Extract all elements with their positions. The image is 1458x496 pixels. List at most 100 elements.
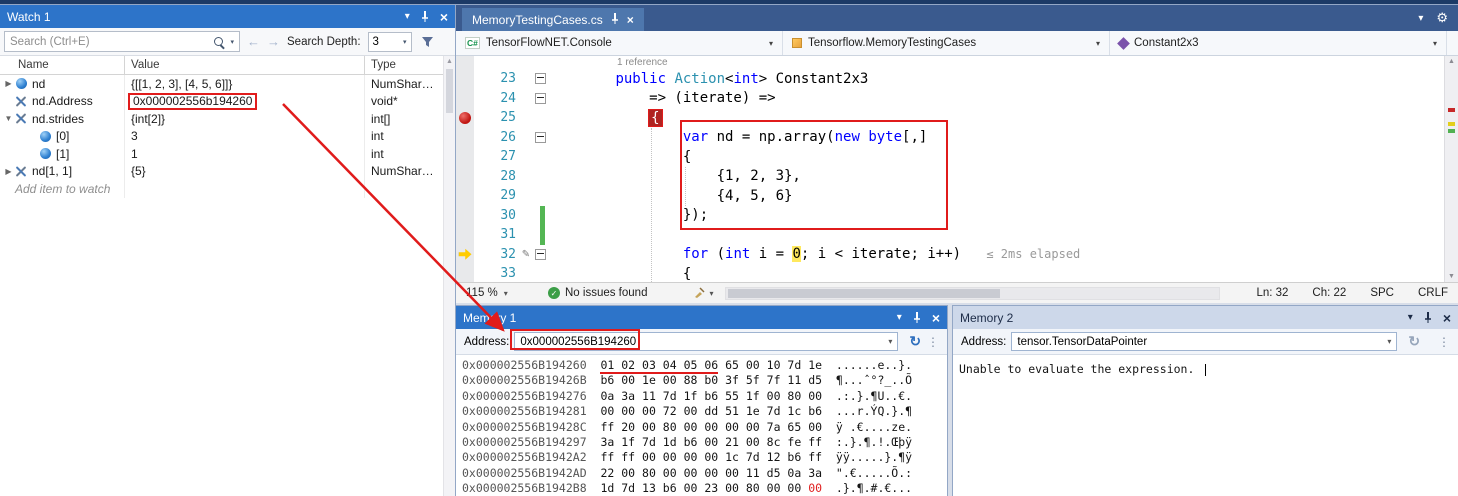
code-line[interactable]: 23 public Action<int> Constant2x3: [456, 69, 1445, 89]
refresh-icon[interactable]: ↻: [1408, 333, 1420, 350]
edit-pencil-icon: ✎: [520, 249, 532, 260]
code-cleanup-button[interactable]: ▾: [693, 287, 713, 299]
fold-collapse-icon[interactable]: [535, 249, 546, 260]
gear-icon[interactable]: ⚙: [1436, 10, 1448, 26]
search-next-icon[interactable]: →: [267, 35, 280, 48]
close-icon[interactable]: ×: [1443, 311, 1451, 325]
pin-icon[interactable]: [1424, 312, 1432, 323]
toolbar-options-icon[interactable]: ⋮: [927, 335, 939, 349]
chevron-down-icon[interactable]: ▾: [888, 337, 892, 346]
memory2-titlebar[interactable]: Memory 2 ▾ ×: [953, 306, 1458, 329]
code-line[interactable]: 25 {: [456, 108, 1445, 128]
member-dropdown[interactable]: Constant2x3 ▾: [1110, 31, 1447, 55]
watch-title: Watch 1: [7, 10, 405, 24]
memory-row[interactable]: 0x000002556B194297 3a 1f 7d 1d b6 00 21 …: [462, 435, 947, 450]
memory-rows[interactable]: 0x000002556B194260 01 02 03 04 05 06 65 …: [456, 355, 947, 496]
column-header-name[interactable]: Name: [0, 56, 125, 74]
search-options-chevron-icon[interactable]: ▾: [230, 38, 234, 46]
fold-collapse-icon[interactable]: [535, 73, 546, 84]
refresh-icon[interactable]: ↻: [909, 333, 921, 350]
memory-row[interactable]: 0x000002556B194260 01 02 03 04 05 06 65 …: [462, 358, 947, 373]
chevron-down-icon: ▾: [709, 289, 713, 298]
search-depth-select[interactable]: 3 ▾: [368, 32, 412, 52]
watch-rows: ▶nd{[[1, 2, 3], [4, 5, 6]]}NumShar…nd.Ad…: [0, 75, 455, 198]
window-position-icon[interactable]: ▾: [897, 313, 902, 323]
memory1-titlebar[interactable]: Memory 1 ▾ ×: [456, 306, 947, 329]
type-dropdown[interactable]: Tensorflow.MemoryTestingCases ▾: [783, 31, 1110, 55]
code-line[interactable]: 27 {: [456, 147, 1445, 167]
watch-search-input[interactable]: Search (Ctrl+E) ▾: [4, 31, 240, 52]
code-line[interactable]: 33 {: [456, 264, 1445, 282]
search-prev-icon[interactable]: ←: [247, 35, 260, 48]
editor-vertical-scrollbar[interactable]: ▲ ▼: [1444, 56, 1458, 282]
watch-scrollbar[interactable]: ▲: [443, 56, 455, 496]
codelens-references[interactable]: 1 reference: [617, 57, 668, 68]
pin-icon[interactable]: [913, 312, 921, 323]
code-line[interactable]: 26 var nd = np.array(new byte[,]: [456, 128, 1445, 148]
editor-panel: MemoryTestingCases.cs × ▾ ⚙ C# TensorFlo…: [456, 5, 1458, 302]
code-line[interactable]: 28 {1, 2, 3},: [456, 167, 1445, 187]
watch-column-headers: Name Value Type: [0, 56, 455, 75]
memory-row[interactable]: 0x000002556B194281 00 00 00 72 00 dd 51 …: [462, 404, 947, 419]
watch-name: [1]: [56, 147, 69, 161]
close-tab-icon[interactable]: ×: [627, 13, 634, 27]
filter-icon[interactable]: [421, 36, 434, 48]
watch-row[interactable]: ▶nd{[[1, 2, 3], [4, 5, 6]]}NumShar…: [0, 75, 455, 93]
watch-row[interactable]: ▼nd.strides{int[2]}int[]: [0, 110, 455, 128]
watch-titlebar[interactable]: Watch 1 ▾ ×: [0, 5, 455, 28]
watch-row[interactable]: Add item to watch: [0, 180, 455, 198]
scrollbar-thumb[interactable]: [728, 289, 999, 298]
expander-right-icon[interactable]: ▶: [2, 79, 15, 88]
memory-row[interactable]: 0x000002556B1942B8 1d 7d 13 b6 00 23 00 …: [462, 481, 947, 496]
code-editor[interactable]: 1 reference 23 public Action<int> Consta…: [456, 56, 1458, 282]
memory-row[interactable]: 0x000002556B19428C ff 20 00 80 00 00 00 …: [462, 420, 947, 435]
memory-row[interactable]: 0x000002556B194276 0a 3a 11 7d 1f b6 55 …: [462, 389, 947, 404]
code-line[interactable]: 24 => (iterate) =>: [456, 89, 1445, 109]
memory-row[interactable]: 0x000002556B1942AD 22 00 80 00 00 00 00 …: [462, 466, 947, 481]
watch-row[interactable]: [1]1int: [0, 145, 455, 163]
eol-indicator[interactable]: CRLF: [1418, 287, 1448, 299]
horizontal-scrollbar[interactable]: [725, 287, 1220, 300]
scroll-down-icon[interactable]: ▼: [1445, 273, 1458, 280]
code-line[interactable]: 29 {4, 5, 6}: [456, 186, 1445, 206]
expander-down-icon[interactable]: ▼: [2, 114, 15, 123]
tab-memorytestingcases[interactable]: MemoryTestingCases.cs ×: [462, 8, 644, 31]
chevron-down-icon: ▾: [403, 38, 407, 46]
column-header-type[interactable]: Type: [365, 56, 455, 74]
project-dropdown[interactable]: C# TensorFlowNET.Console ▾: [456, 31, 783, 55]
memory1-address-input[interactable]: 0x000002556B194260 ▾: [514, 332, 898, 351]
pin-icon[interactable]: [421, 11, 429, 22]
close-icon[interactable]: ×: [932, 311, 940, 325]
memory2-address-input[interactable]: tensor.TensorDataPointer ▾: [1011, 332, 1397, 351]
code-line[interactable]: 31: [456, 225, 1445, 245]
memory2-message-area[interactable]: Unable to evaluate the expression.: [953, 355, 1458, 383]
fold-collapse-icon[interactable]: [535, 132, 546, 143]
pin-tab-icon[interactable]: [611, 13, 619, 27]
watch-row[interactable]: ▶nd[1, 1]{5}NumShar…: [0, 163, 455, 181]
window-position-icon[interactable]: ▾: [1408, 313, 1413, 323]
code-lines[interactable]: 23 public Action<int> Constant2x324 => (…: [456, 69, 1445, 282]
scrollbar-thumb[interactable]: [446, 69, 453, 113]
toolbar-options-icon[interactable]: ⋮: [1438, 335, 1450, 349]
watch-name: nd[1, 1]: [32, 164, 72, 178]
code-line[interactable]: 30 });: [456, 206, 1445, 226]
scroll-up-icon[interactable]: ▲: [444, 56, 455, 65]
expander-right-icon[interactable]: ▶: [2, 167, 15, 176]
document-health-indicator[interactable]: ✓ No issues found: [548, 287, 647, 299]
zoom-select[interactable]: 115 % ▾: [466, 287, 524, 299]
watch-row[interactable]: nd.Address0x000002556b194260void*: [0, 93, 455, 111]
code-line[interactable]: 32✎ for (int i = 0; i < iterate; i++) ≤ …: [456, 245, 1445, 265]
space-mode-indicator[interactable]: SPC: [1370, 287, 1394, 299]
breakpoint-icon[interactable]: [459, 112, 471, 124]
close-icon[interactable]: ×: [440, 10, 448, 24]
watch-row[interactable]: [0]3int: [0, 128, 455, 146]
window-position-icon[interactable]: ▾: [405, 12, 410, 22]
chevron-down-icon[interactable]: ▾: [1387, 337, 1391, 346]
scroll-up-icon[interactable]: ▲: [1445, 58, 1458, 65]
line-number: 33: [474, 266, 520, 281]
memory-row[interactable]: 0x000002556B1942A2 ff ff 00 00 00 00 1c …: [462, 450, 947, 465]
column-header-value[interactable]: Value: [125, 56, 365, 74]
tab-list-chevron-icon[interactable]: ▾: [1418, 13, 1423, 24]
memory-row[interactable]: 0x000002556B19426B b6 00 1e 00 88 b0 3f …: [462, 373, 947, 388]
fold-collapse-icon[interactable]: [535, 93, 546, 104]
